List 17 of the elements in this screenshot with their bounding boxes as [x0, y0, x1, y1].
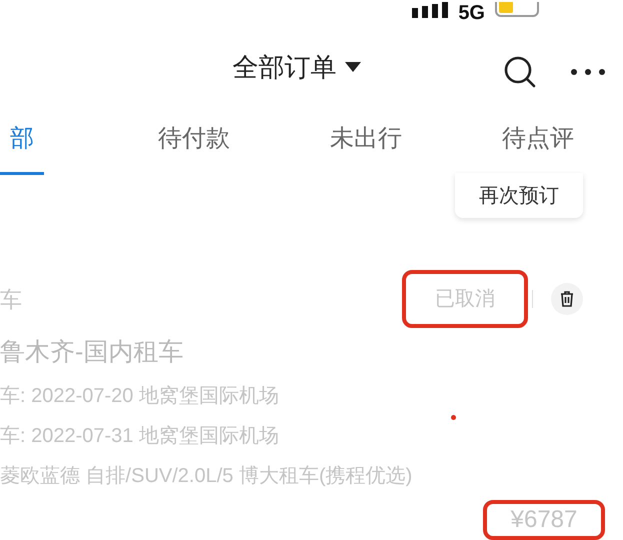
more-icon[interactable] — [570, 68, 606, 76]
signal-icon — [412, 2, 448, 18]
dropdown-icon[interactable] — [344, 62, 360, 72]
tab[interactable]: 部 — [10, 124, 34, 154]
trash-icon[interactable] — [551, 283, 583, 315]
tab[interactable]: 待点评 — [502, 124, 574, 154]
order-detail: 菱欧蓝德 自排/SUV/2.0L/5 博大租车(携程优选) — [0, 464, 412, 489]
page-title[interactable]: 全部订单 — [232, 48, 336, 86]
order-title: 鲁木齐-国内租车 — [0, 337, 184, 368]
rebook-button[interactable]: 再次预订 — [455, 173, 583, 218]
tab[interactable]: 未出行 — [330, 124, 402, 154]
order-detail: 车: 2022-07-31 地窝堡国际机场 — [0, 424, 279, 449]
tab[interactable]: 待付款 — [158, 124, 230, 154]
order-category: 车 — [0, 286, 22, 314]
search-icon[interactable] — [503, 55, 537, 89]
order-detail: 车: 2022-07-20 地窝堡国际机场 — [0, 384, 279, 409]
network-label: 5G — [458, 2, 485, 24]
